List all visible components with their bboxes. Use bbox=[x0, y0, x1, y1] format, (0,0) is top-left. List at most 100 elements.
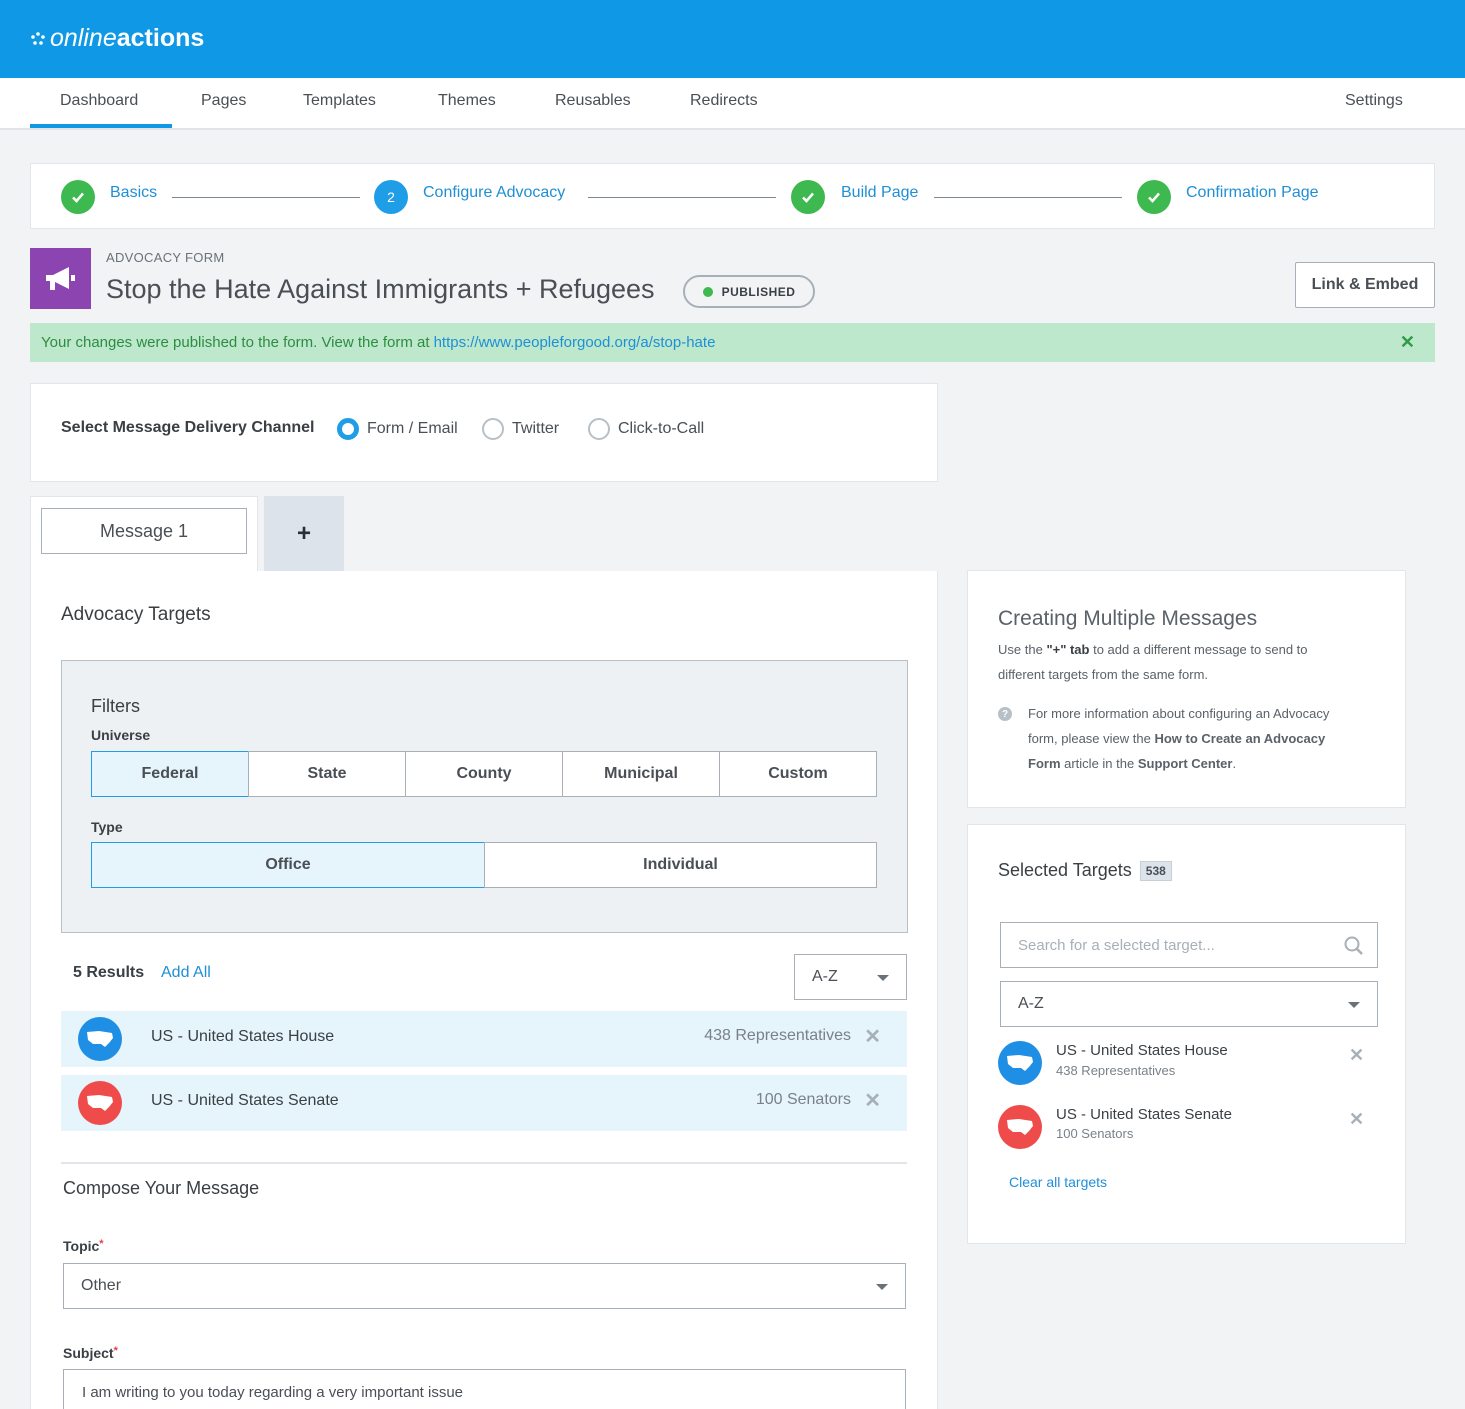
type-label: Type bbox=[91, 819, 123, 835]
nav-dashboard[interactable]: Dashboard bbox=[30, 78, 172, 128]
universe-municipal[interactable]: Municipal bbox=[562, 751, 720, 797]
results-sort-select[interactable]: A-Z bbox=[794, 954, 907, 1000]
step-connector bbox=[588, 197, 776, 198]
remove-icon[interactable]: ✕ bbox=[864, 1088, 881, 1113]
add-all-link[interactable]: Add All bbox=[161, 964, 211, 982]
search-icon[interactable] bbox=[1343, 935, 1365, 957]
us-map-icon bbox=[78, 1081, 122, 1125]
topic-select[interactable]: Other bbox=[63, 1263, 906, 1309]
help-more-text: For more information about configuring a… bbox=[1028, 701, 1358, 776]
chevron-down-icon bbox=[1348, 1002, 1360, 1008]
us-map-icon bbox=[998, 1041, 1042, 1085]
nav-settings[interactable]: Settings bbox=[1345, 78, 1403, 128]
subject-label-text: Subject bbox=[63, 1345, 114, 1361]
step-build-page[interactable]: Build Page bbox=[841, 184, 918, 202]
compose-title: Compose Your Message bbox=[63, 1178, 260, 1198]
topic-label-text: Topic bbox=[63, 1238, 100, 1254]
alert-form-link[interactable]: https://www.peopleforgood.org/a/stop-hat… bbox=[434, 334, 716, 351]
add-message-tab[interactable]: + bbox=[264, 496, 344, 571]
main-nav: Dashboard Pages Templates Themes Reusabl… bbox=[0, 78, 1465, 130]
status-badge: PUBLISHED bbox=[683, 275, 815, 308]
step-connector bbox=[934, 197, 1122, 198]
section-divider bbox=[61, 1162, 907, 1164]
help-more-end: . bbox=[1232, 756, 1237, 771]
channel-click-to-call-radio[interactable]: Click-to-Call bbox=[588, 418, 704, 440]
type-office[interactable]: Office bbox=[91, 842, 485, 888]
step-configure-number[interactable]: 2 bbox=[374, 180, 408, 214]
remove-icon[interactable]: ✕ bbox=[864, 1024, 881, 1049]
universe-label: Universe bbox=[91, 727, 151, 743]
advocacy-targets-title: Advocacy Targets bbox=[61, 604, 211, 625]
result-count: 438 Representatives bbox=[704, 1027, 851, 1044]
step-basics[interactable]: Basics bbox=[110, 184, 157, 202]
remove-icon[interactable]: ✕ bbox=[1349, 1045, 1364, 1066]
page-title: Stop the Hate Against Immigrants + Refug… bbox=[106, 274, 655, 304]
help-card: Creating Multiple Messages Use the "+" t… bbox=[967, 570, 1406, 808]
help-text: Use the "+" tab to add a different messa… bbox=[998, 637, 1348, 687]
search-placeholder: Search for a selected target... bbox=[1018, 936, 1215, 954]
radio-unselected-icon bbox=[588, 418, 610, 440]
selected-item-count: 438 Representatives bbox=[1056, 1063, 1176, 1078]
chevron-down-icon bbox=[876, 1284, 888, 1290]
top-bar: online actions bbox=[0, 0, 1465, 78]
subject-label: Subject* bbox=[63, 1345, 118, 1361]
tab-message-1[interactable]: Message 1 bbox=[30, 496, 258, 576]
help-text-plus: "+" tab bbox=[1046, 642, 1090, 657]
radio-label: Twitter bbox=[512, 420, 560, 437]
step-configure-advocacy[interactable]: Configure Advocacy bbox=[423, 184, 565, 202]
form-type-label: ADVOCACY FORM bbox=[106, 250, 225, 265]
nav-redirects[interactable]: Redirects bbox=[690, 78, 758, 128]
close-icon[interactable]: ✕ bbox=[1400, 332, 1415, 353]
channel-form-email-radio[interactable]: Form / Email bbox=[337, 418, 458, 440]
step-basics-check-icon[interactable] bbox=[61, 180, 95, 214]
channel-label: Select Message Delivery Channel bbox=[61, 419, 315, 436]
channel-twitter-radio[interactable]: Twitter bbox=[482, 418, 559, 440]
topic-label: Topic* bbox=[63, 1238, 104, 1254]
logo-text-light: online bbox=[50, 24, 117, 52]
megaphone-icon bbox=[30, 248, 91, 309]
success-alert: Your changes were published to the form.… bbox=[30, 323, 1435, 362]
result-count: 100 Senators bbox=[755, 1091, 851, 1108]
result-row-house[interactable]: US - United States House 438 Representat… bbox=[61, 1011, 907, 1067]
logo-mark-icon bbox=[31, 31, 45, 45]
selected-sort-select[interactable]: A-Z bbox=[1000, 981, 1378, 1027]
universe-state[interactable]: State bbox=[248, 751, 406, 797]
result-name: US - United States House bbox=[151, 1028, 335, 1045]
us-map-icon bbox=[78, 1017, 122, 1061]
radio-selected-icon bbox=[337, 418, 359, 440]
selected-targets-title: Selected Targets 538 bbox=[998, 860, 1172, 881]
result-row-senate[interactable]: US - United States Senate 100 Senators ✕ bbox=[61, 1075, 907, 1131]
universe-county[interactable]: County bbox=[405, 751, 563, 797]
support-center-link[interactable]: Support Center bbox=[1138, 756, 1233, 771]
alert-text: Your changes were published to the form.… bbox=[41, 334, 430, 351]
selected-count-badge: 538 bbox=[1139, 860, 1172, 881]
help-text-2: to add a different message to send to di… bbox=[998, 642, 1308, 682]
radio-unselected-icon bbox=[482, 418, 504, 440]
chevron-down-icon bbox=[877, 975, 889, 981]
message-name-field[interactable]: Message 1 bbox=[41, 508, 247, 554]
link-embed-button[interactable]: Link & Embed bbox=[1295, 262, 1435, 308]
subject-field[interactable]: I am writing to you today regarding a ve… bbox=[63, 1369, 906, 1409]
help-text-1: Use the bbox=[998, 642, 1043, 657]
step-confirmation-page[interactable]: Confirmation Page bbox=[1186, 184, 1319, 202]
nav-pages[interactable]: Pages bbox=[201, 78, 246, 128]
type-individual[interactable]: Individual bbox=[484, 842, 877, 888]
nav-reusables[interactable]: Reusables bbox=[555, 78, 631, 128]
remove-icon[interactable]: ✕ bbox=[1349, 1109, 1364, 1130]
universe-federal[interactable]: Federal bbox=[91, 751, 249, 797]
step-build-check-icon[interactable] bbox=[791, 180, 825, 214]
required-mark: * bbox=[113, 1345, 118, 1357]
selected-item-name: US - United States Senate bbox=[1056, 1106, 1232, 1123]
selected-search-input[interactable]: Search for a selected target... bbox=[1000, 922, 1378, 968]
nav-themes[interactable]: Themes bbox=[438, 78, 496, 128]
status-dot-icon bbox=[702, 286, 713, 297]
result-name: US - United States Senate bbox=[151, 1092, 339, 1109]
app-logo[interactable]: online actions bbox=[30, 24, 204, 53]
nav-templates[interactable]: Templates bbox=[303, 78, 376, 128]
sort-value: A-Z bbox=[812, 968, 838, 985]
logo-text-bold: actions bbox=[116, 24, 205, 52]
clear-all-targets-link[interactable]: Clear all targets bbox=[1009, 1174, 1107, 1190]
help-title: Creating Multiple Messages bbox=[998, 607, 1258, 630]
universe-custom[interactable]: Custom bbox=[719, 751, 877, 797]
step-confirmation-check-icon[interactable] bbox=[1137, 180, 1171, 214]
